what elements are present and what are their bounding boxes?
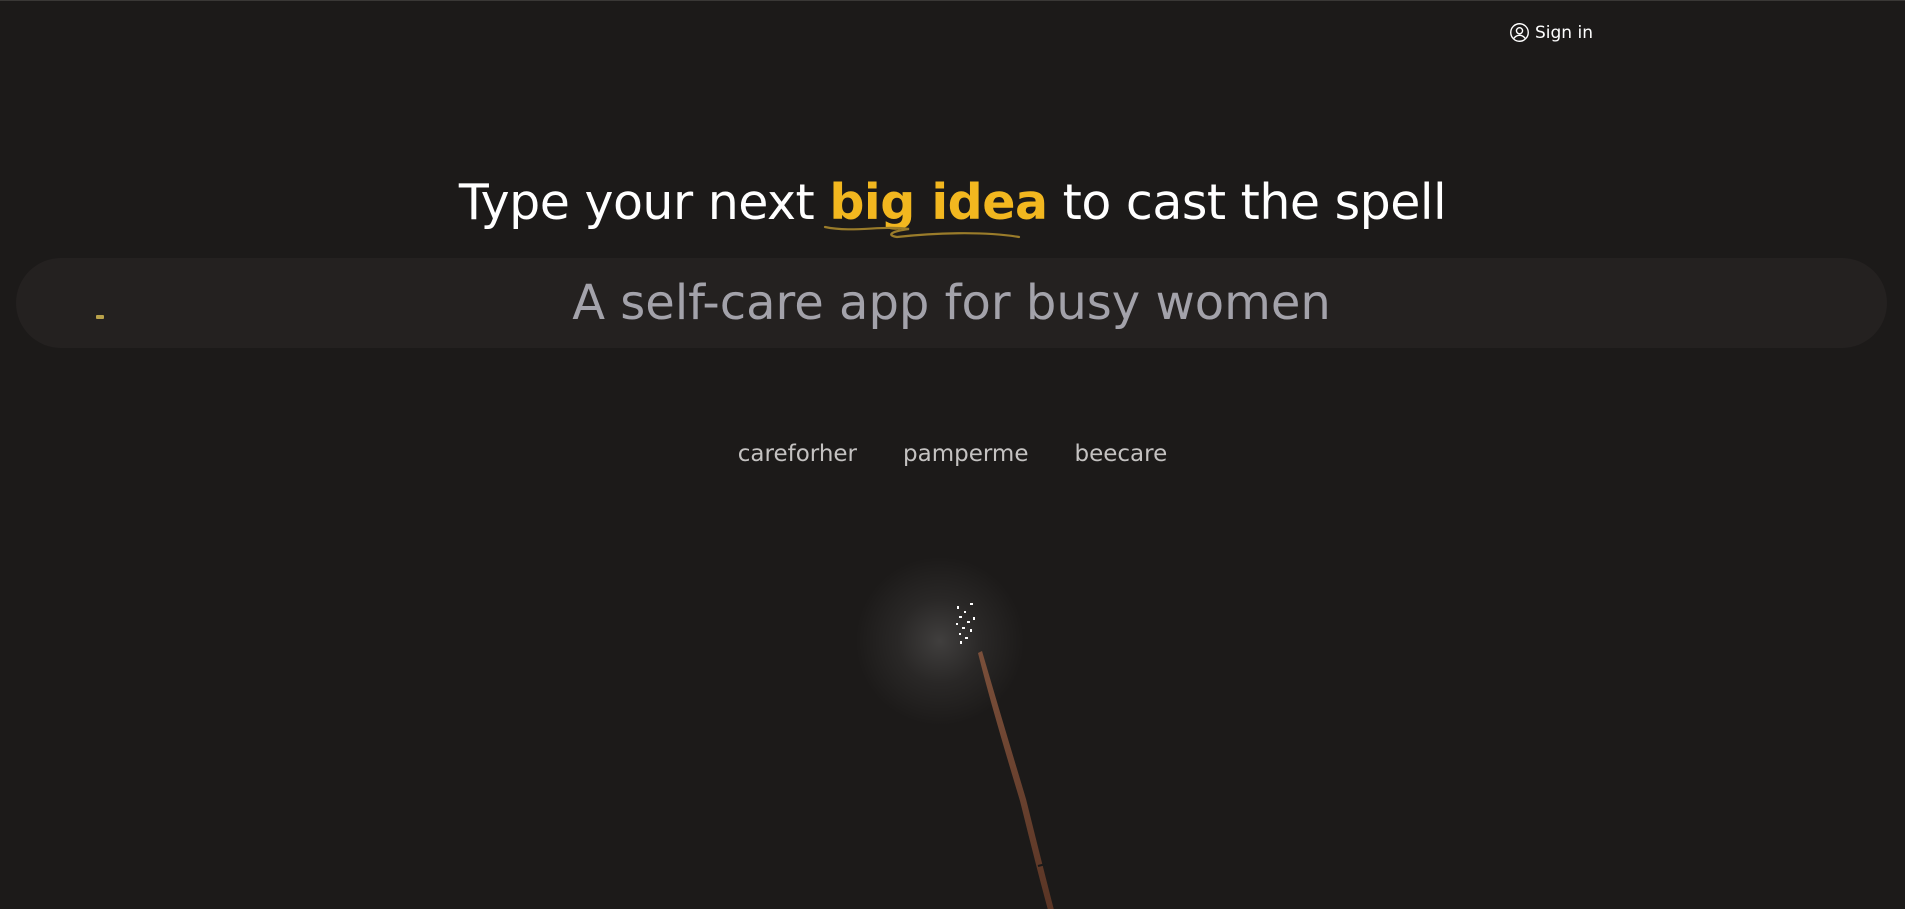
suggestion-item[interactable]: beecare <box>1074 441 1167 467</box>
headline-before: Type your next <box>458 174 815 231</box>
page-title: Type your next big idea to cast the spel… <box>0 171 1905 239</box>
headline-accent-text: big idea <box>829 174 1048 231</box>
headline-accent: big idea <box>824 174 1048 239</box>
suggestion-item[interactable]: careforher <box>738 441 857 467</box>
headline-after: to cast the spell <box>1062 174 1447 231</box>
sign-in-button[interactable]: Sign in <box>1509 22 1593 43</box>
idea-input-container[interactable] <box>16 258 1887 348</box>
magic-wand-icon <box>820 541 1100 909</box>
wand-drawing <box>956 603 1054 909</box>
sparkles-icon <box>956 603 975 644</box>
idea-input[interactable] <box>16 258 1887 348</box>
sign-in-label: Sign in <box>1535 22 1593 43</box>
suggestion-list: careforher pamperme beecare <box>0 441 1905 467</box>
user-circle-icon <box>1509 22 1530 43</box>
suggestion-item[interactable]: pamperme <box>903 441 1028 467</box>
page: Sign in Type your next big idea to cast … <box>0 0 1905 909</box>
